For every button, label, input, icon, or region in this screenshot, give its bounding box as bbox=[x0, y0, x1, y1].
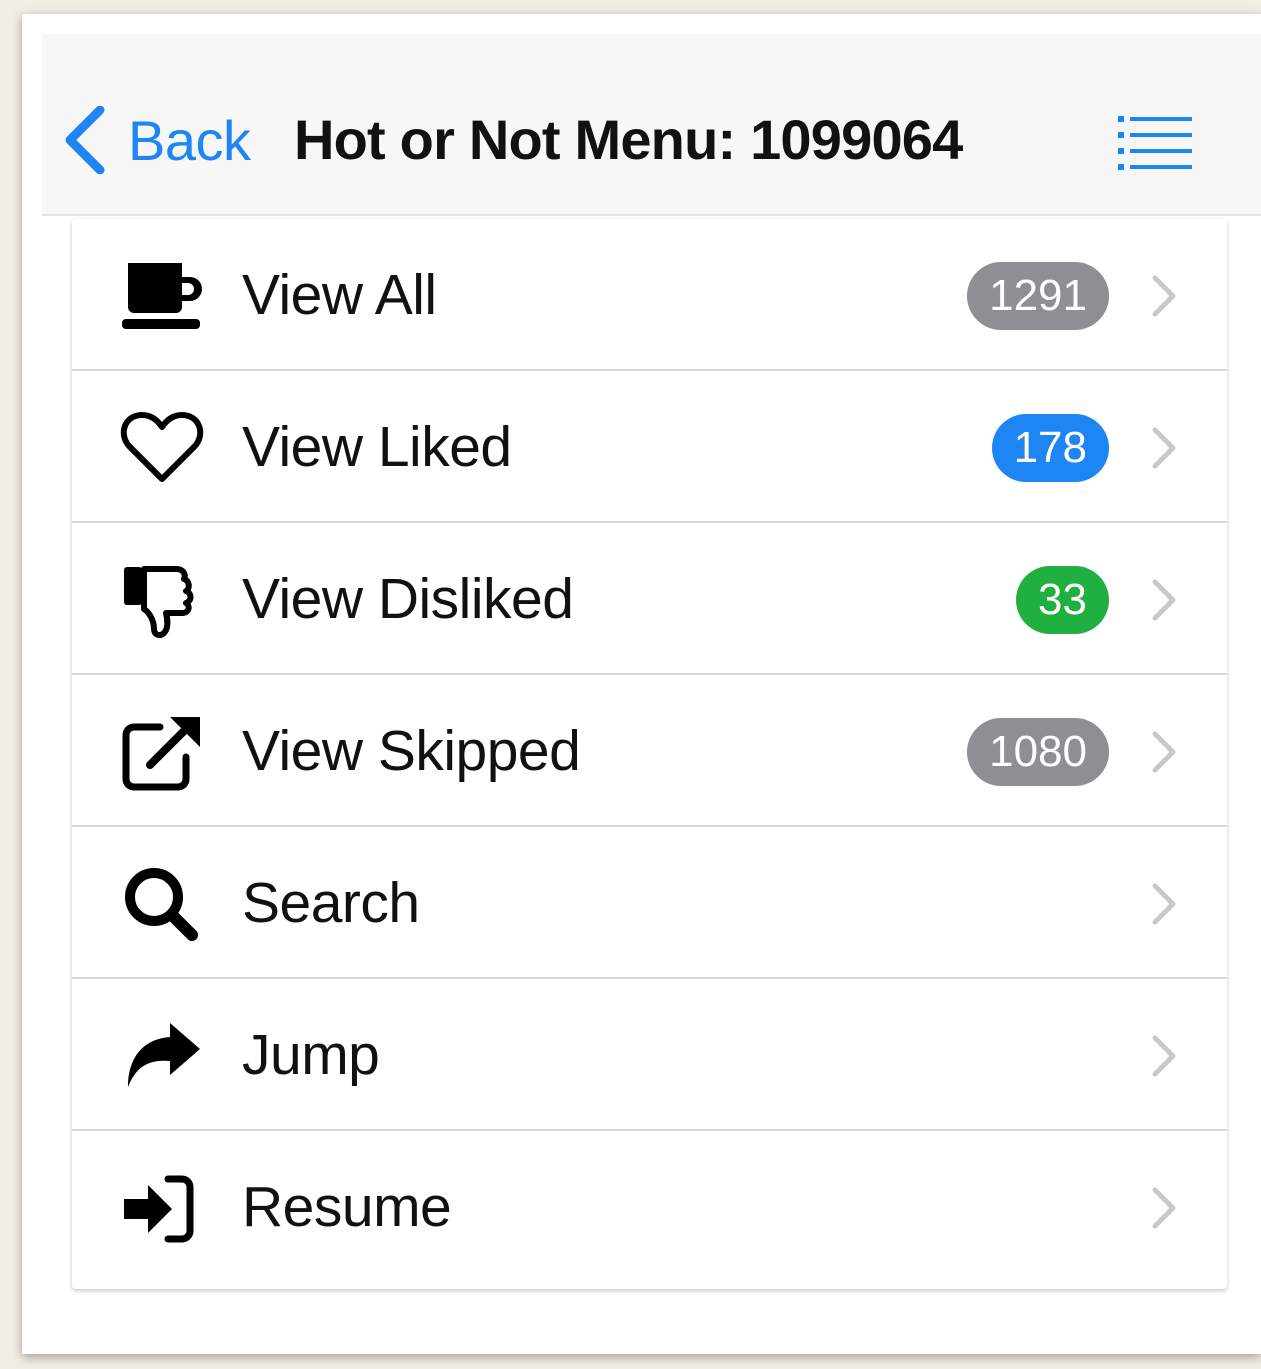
menu-list: View All 1291 View Liked 178 View Dislik… bbox=[72, 219, 1227, 1289]
menu-item-search[interactable]: Search bbox=[72, 827, 1227, 979]
count-badge: 33 bbox=[1016, 566, 1109, 634]
menu-item-label: Resume bbox=[242, 1175, 452, 1239]
chevron-right-icon bbox=[1152, 883, 1176, 925]
share-arrow-icon bbox=[120, 1015, 204, 1099]
thumbs-down-icon bbox=[120, 559, 204, 643]
count-badge: 1291 bbox=[967, 262, 1109, 330]
chevron-left-icon bbox=[65, 106, 105, 174]
chevron-right-icon bbox=[1152, 1187, 1176, 1229]
list-icon[interactable] bbox=[1118, 114, 1198, 170]
count-badge: 1080 bbox=[967, 718, 1109, 786]
search-icon bbox=[120, 863, 204, 947]
menu-item-label: View Disliked bbox=[242, 567, 574, 631]
menu-item-label: View Liked bbox=[242, 415, 512, 479]
menu-item-label: View All bbox=[242, 263, 437, 327]
menu-item-jump[interactable]: Jump bbox=[72, 979, 1227, 1131]
chevron-right-icon bbox=[1152, 427, 1176, 469]
navigation-bar: Back Hot or Not Menu: 1099064 bbox=[42, 34, 1261, 216]
back-label: Back bbox=[128, 108, 251, 172]
count-badge: 178 bbox=[991, 414, 1109, 482]
menu-item-resume[interactable]: Resume bbox=[72, 1131, 1227, 1283]
chevron-right-icon bbox=[1152, 1035, 1176, 1077]
heart-icon bbox=[120, 407, 204, 491]
sign-in-icon bbox=[120, 1167, 204, 1251]
chevron-right-icon bbox=[1152, 579, 1176, 621]
chevron-right-icon bbox=[1152, 275, 1176, 317]
external-link-icon bbox=[120, 711, 204, 795]
page-title: Hot or Not Menu: 1099064 bbox=[294, 108, 963, 171]
back-button[interactable]: Back bbox=[62, 104, 251, 176]
menu-item-label: Search bbox=[242, 871, 420, 935]
coffee-cup-icon bbox=[120, 255, 204, 339]
chevron-right-icon bbox=[1152, 731, 1176, 773]
menu-item-view-skipped[interactable]: View Skipped 1080 bbox=[72, 675, 1227, 827]
app-window: Back Hot or Not Menu: 1099064 View All 1… bbox=[22, 14, 1261, 1354]
menu-item-view-disliked[interactable]: View Disliked 33 bbox=[72, 523, 1227, 675]
menu-item-label: View Skipped bbox=[242, 719, 581, 783]
menu-item-label: Jump bbox=[242, 1023, 380, 1087]
menu-item-view-all[interactable]: View All 1291 bbox=[72, 219, 1227, 371]
menu-item-view-liked[interactable]: View Liked 178 bbox=[72, 371, 1227, 523]
